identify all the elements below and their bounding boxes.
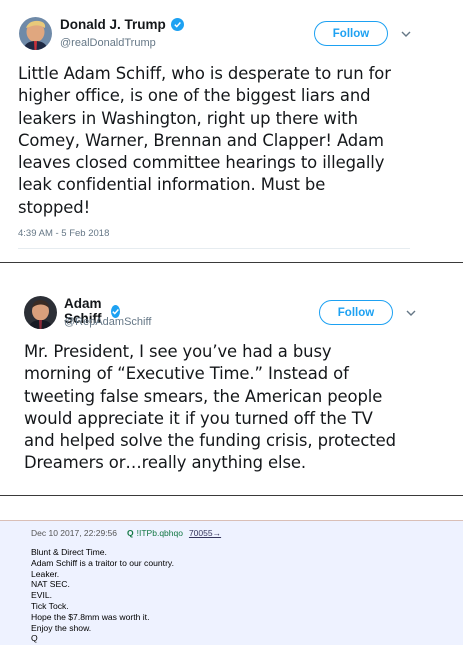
tweet-text-line: morning of “Executive Time.” Instead of [24, 364, 349, 384]
tweet-text-line: higher office, is one of the biggest lia… [18, 86, 371, 106]
tweet-trump: Donald J. Trump @realDonaldTrump Follow … [0, 0, 463, 262]
post-id-link[interactable]: 70055→ [189, 528, 221, 538]
handle[interactable]: @RepAdamSchiff [64, 316, 151, 328]
verified-badge-icon [170, 18, 184, 31]
tweet-text-line: stopped! [18, 197, 91, 217]
q-post-line: Q [31, 633, 38, 644]
avatar[interactable] [24, 296, 57, 329]
chevron-down-icon[interactable] [399, 27, 413, 41]
tweet-text: Little Adam Schiff, who is desperate to … [18, 63, 443, 219]
chevron-down-icon[interactable] [404, 306, 418, 320]
poster-name: Q [127, 528, 134, 538]
display-name[interactable]: Donald J. Trump [60, 17, 166, 32]
q-post-line: Enjoy the show. [31, 622, 92, 633]
tweet-text-line: leak confidential information. Must be [18, 175, 326, 195]
q-post-line: EVIL. [31, 590, 53, 601]
q-post-line: Hope the $7.8mm was worth it. [31, 611, 150, 622]
post-date: Dec 10 2017, 22:29:56 [31, 528, 118, 538]
q-post-line: Adam Schiff is a traitor to our country. [31, 557, 174, 568]
tweet-text-line: leaves closed committee hearings to ille… [18, 153, 385, 173]
q-post: Dec 10 2017, 22:29:56 Q !ITPb.qbhqo 7005… [0, 520, 463, 645]
tweet-text-line: tweeting false smears, the American peop… [24, 386, 383, 406]
tweet-text-line: Little Adam Schiff, who is desperate to … [18, 64, 391, 83]
follow-button[interactable]: Follow [314, 21, 388, 46]
tweet-text-line: Comey, Warner, Brennan and Clapper! Adam [18, 130, 384, 150]
follow-button[interactable]: Follow [319, 300, 393, 325]
tweet-text: Mr. President, I see you’ve had a busy m… [24, 341, 454, 475]
tripcode: !ITPb.qbhqo [136, 528, 183, 538]
q-post-header: Dec 10 2017, 22:29:56 Q !ITPb.qbhqo 7005… [31, 528, 221, 538]
author-row: Donald J. Trump [60, 17, 184, 32]
tweet-text-line: Mr. President, I see you’ve had a busy [24, 342, 332, 361]
tweet-text-line: would appreciate it if you turned off th… [24, 408, 373, 428]
q-post-line: Leaker. [31, 568, 60, 579]
handle[interactable]: @realDonaldTrump [60, 37, 156, 49]
divider [18, 248, 410, 249]
timestamp[interactable]: 4:39 AM - 5 Feb 2018 [18, 228, 109, 239]
q-post-line: Tick Tock. [31, 600, 69, 611]
tweet-text-line: leakers in Washington, right up there wi… [18, 108, 358, 128]
q-post-line: NAT SEC. [31, 579, 70, 590]
avatar[interactable] [19, 17, 52, 50]
q-post-body: Blunt & Direct Time. Adam Schiff is a tr… [31, 547, 174, 644]
tweet-text-line: Dreamers or…really anything else. [24, 453, 307, 473]
q-post-line: Blunt & Direct Time. [31, 547, 107, 557]
tweet-text-line: and helped solve the funding crisis, pro… [24, 431, 396, 451]
